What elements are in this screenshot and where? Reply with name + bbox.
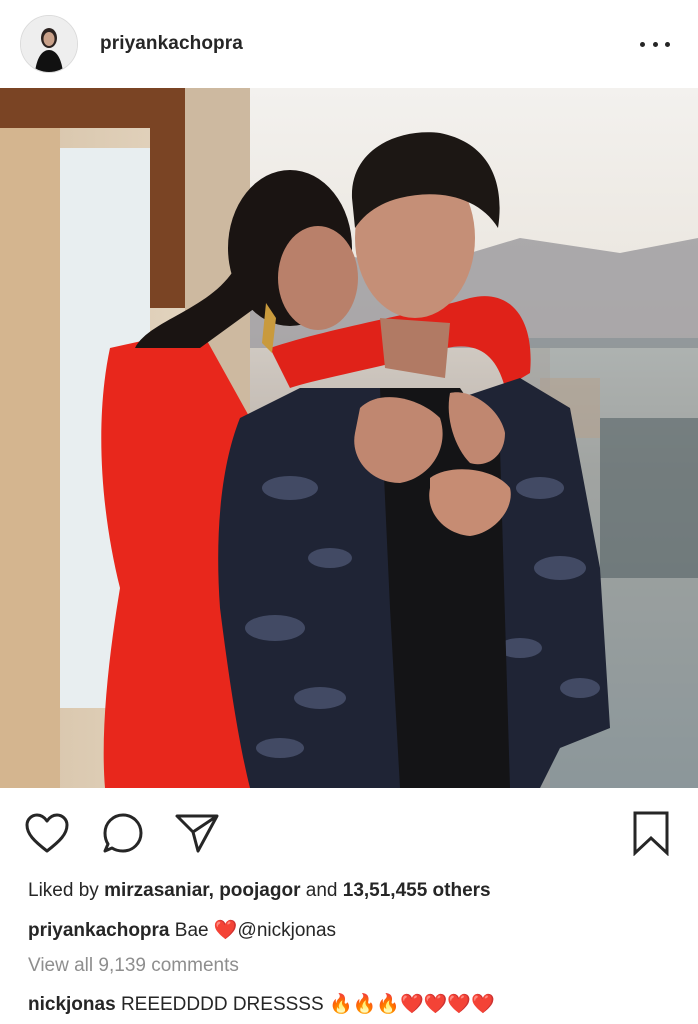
- more-options-icon[interactable]: [640, 34, 670, 54]
- heart-emoji-icon: ❤️: [447, 994, 471, 1015]
- likes-prefix: Liked by: [28, 880, 99, 901]
- heart-emoji-icon: ❤️: [399, 994, 424, 1015]
- caption-username[interactable]: priyankachopra: [28, 920, 170, 941]
- comment-line: nickjonas REEEDDDD DRESSSS 🔥🔥🔥❤️❤️❤️❤️: [28, 992, 495, 1016]
- fire-emoji-icon: 🔥: [376, 994, 400, 1015]
- heart-emoji-icon: ❤️: [423, 994, 448, 1015]
- comment-username[interactable]: nickjonas: [28, 994, 116, 1015]
- post-photo[interactable]: [0, 88, 698, 788]
- liked-by-user-link[interactable]: poojagor: [219, 880, 300, 901]
- avatar-image: [21, 16, 77, 72]
- heart-emoji-icon: ❤️: [213, 920, 238, 941]
- view-all-comments-link[interactable]: View all 9,139 comments: [28, 955, 239, 977]
- heart-outline-icon[interactable]: [22, 810, 72, 856]
- liked-by-user-link[interactable]: mirzasaniar: [104, 880, 209, 901]
- likes-count-link[interactable]: 13,51,455 others: [343, 880, 491, 901]
- likes-separator: ,: [208, 880, 214, 901]
- likes-line: Liked by mirzasaniar, poojagor and 13,51…: [28, 880, 491, 902]
- profile-avatar[interactable]: [20, 15, 78, 73]
- paper-plane-icon[interactable]: [172, 810, 222, 856]
- bookmark-icon[interactable]: [626, 810, 676, 856]
- heart-emoji-icon: ❤️: [470, 994, 495, 1015]
- fire-emoji-icon: 🔥: [328, 994, 353, 1015]
- mention-link[interactable]: @nickjonas: [238, 920, 337, 941]
- caption-line: priyankachopra Bae ❤️@nickjonas: [28, 918, 336, 942]
- post-username[interactable]: priyankachopra: [100, 33, 243, 55]
- action-bar: [0, 788, 698, 874]
- comment-text: REEEDDDD DRESSSS: [120, 994, 324, 1015]
- photo-illustration: [0, 88, 698, 788]
- comment-bubble-icon[interactable]: [98, 810, 148, 856]
- instagram-post: priyankachopra Liked by mirzasaniar, poo…: [0, 0, 698, 1024]
- post-header: priyankachopra: [0, 0, 698, 88]
- likes-and: and: [305, 880, 338, 901]
- fire-emoji-icon: 🔥: [352, 994, 377, 1015]
- caption-text: Bae: [174, 920, 209, 941]
